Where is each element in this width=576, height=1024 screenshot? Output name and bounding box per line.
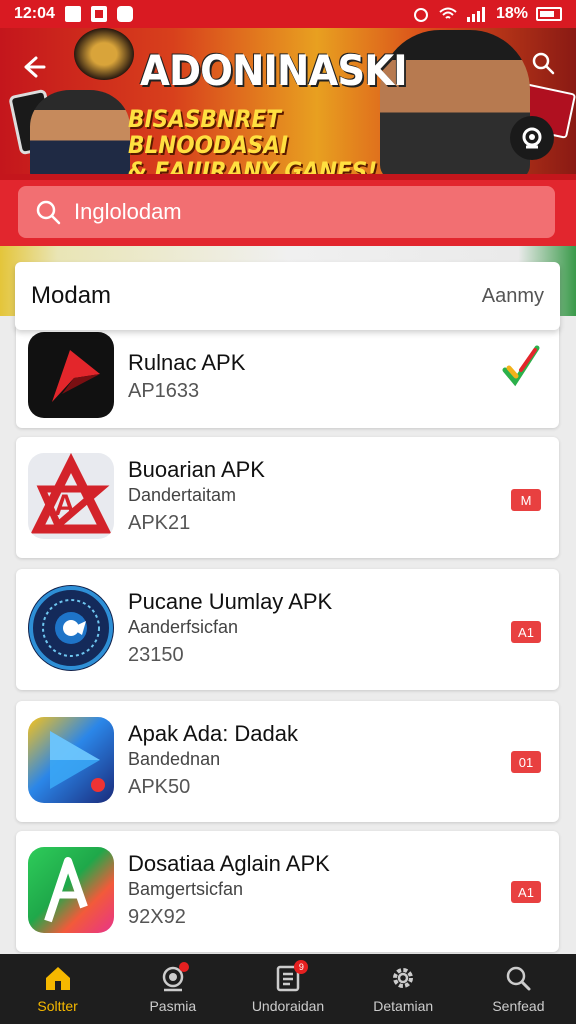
app-name: Apak Ada: Dadak (128, 721, 299, 746)
app-name: Buoarian APK (128, 457, 265, 482)
nav-item-podcast[interactable]: Pasmia (115, 954, 230, 1024)
app-meta: 92X92 (128, 906, 186, 928)
search-icon (36, 200, 61, 225)
app-badge: A1 (511, 881, 541, 903)
bottom-navigation: Soltter Pasmia 9 Undoraidan Detamian Sen… (0, 954, 576, 1024)
person-image (30, 90, 130, 180)
promo-banner[interactable]: ADONINASKI BISASBNRET BLNOODASAI & EAIII… (0, 28, 576, 180)
app-developer: Bamgertsicfan (128, 879, 244, 899)
banner-subtitle: BISASBNRET BLNOODASAI & EAIIIRANY GANES! (128, 106, 398, 180)
sort-button[interactable]: Aanmy (482, 285, 544, 308)
nav-label: Senfead (492, 998, 545, 1014)
nav-label: Detamian (373, 998, 434, 1014)
app-badge: A1 (511, 621, 541, 643)
nav-item-search[interactable]: Senfead (461, 954, 576, 1024)
app-icon: A (28, 453, 114, 539)
badge-icon (522, 127, 542, 149)
alarm-icon (413, 8, 428, 22)
notification-icon (64, 6, 81, 22)
banner-title: ADONINASKI (140, 46, 408, 95)
app-badge: M (511, 489, 541, 511)
app-developer: Aanderfsicfan (128, 617, 239, 637)
nav-item-settings[interactable]: Detamian (346, 954, 461, 1024)
app-meta: APK21 (128, 512, 191, 534)
back-button[interactable] (16, 50, 50, 84)
app-name: Rulnac APK (128, 350, 246, 375)
app-icon (28, 585, 114, 671)
search-placeholder: Inglolodam (74, 199, 182, 224)
banner-search-button[interactable] (526, 46, 560, 80)
nav-label: Undoraidan (251, 998, 325, 1014)
play-icon (50, 731, 105, 792)
app-meta: AP1633 (128, 380, 200, 402)
nav-item-downloads[interactable]: 9 Undoraidan (230, 954, 345, 1024)
nav-label: Soltter (37, 998, 78, 1014)
app-developer: Bandednan (128, 749, 221, 769)
nav-label: Pasmia (149, 998, 197, 1014)
battery-icon (536, 7, 562, 21)
app-meta: 23150 (128, 644, 184, 666)
battery-percent: 18% (495, 5, 528, 22)
status-bar: 12:04 18% (0, 0, 576, 28)
search-icon (532, 52, 555, 75)
app-name: Dosatiaa Aglain APK (128, 851, 330, 876)
app-icon (28, 332, 114, 418)
wifi-icon (439, 7, 457, 19)
home-icon (45, 967, 70, 990)
back-arrow-icon (24, 56, 46, 78)
app-list-item[interactable]: Apak Ada: Dadak Bandednan APK50 01 (16, 701, 559, 822)
app-list-item[interactable]: A Buoarian APK Dandertaitam APK21 M (16, 437, 559, 558)
nav-item-home[interactable]: Soltter (0, 954, 115, 1024)
app-logo-icon (52, 350, 100, 402)
app-list-item[interactable]: Dosatiaa Aglain APK Bamgertsicfan 92X92 … (16, 831, 559, 952)
status-time: 12:04 (14, 5, 55, 22)
signal-icon (466, 7, 485, 22)
app-icon (28, 717, 114, 803)
app-list-item[interactable]: Rulnac APK AP1633 (16, 322, 559, 428)
app-list-item[interactable]: Pucane Uumlay APK Aanderfsicfan 23150 A1 (16, 569, 559, 690)
app-logo-icon: A (30, 453, 112, 534)
banner-badge-button[interactable] (510, 116, 554, 160)
notification-icon (90, 6, 107, 22)
gear-icon (393, 968, 414, 988)
app-logo-icon (44, 857, 88, 923)
notification-count: 9 (294, 960, 309, 974)
list-header: Modam Aanmy (15, 262, 560, 330)
app-developer: Dandertaitam (128, 485, 237, 505)
app-badge: 01 (511, 751, 541, 773)
banner-subtitle-line: BISASBNRET BLNOODASAI (128, 105, 288, 159)
app-icon (28, 847, 114, 933)
app-logo-icon (29, 586, 113, 670)
list-title: Modam (31, 282, 112, 309)
app-name: Pucane Uumlay APK (128, 589, 333, 614)
app-meta: APK50 (128, 776, 191, 798)
svg-text:A: A (54, 489, 76, 522)
mail-icon (116, 6, 133, 22)
verified-check-icon (502, 345, 540, 387)
search-icon (507, 966, 531, 991)
jewelry-image (74, 28, 134, 80)
search-input[interactable]: Inglolodam (18, 186, 555, 238)
